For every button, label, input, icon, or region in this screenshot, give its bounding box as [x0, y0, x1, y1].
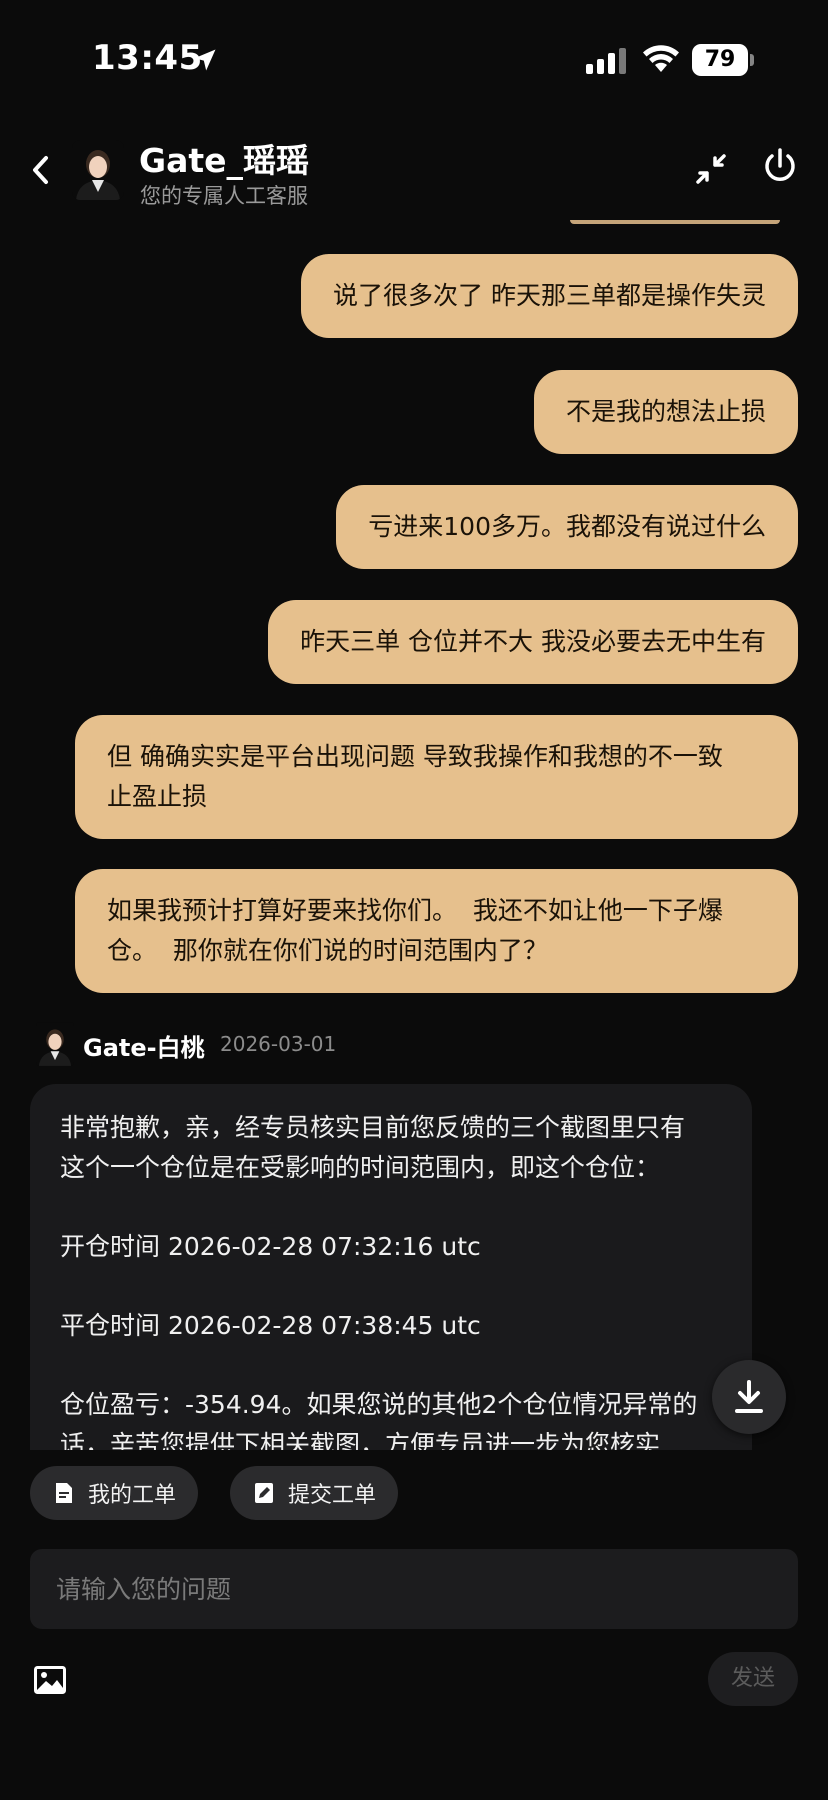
- agent-message-paragraph: 开仓时间 2026-02-28 07:32:16 utc: [60, 1232, 481, 1261]
- user-message: 昨天三单 仓位并不大 我没必要去无中生有: [268, 600, 798, 684]
- status-bar: 13:45 79: [0, 0, 828, 120]
- question-input[interactable]: [30, 1549, 798, 1629]
- edit-document-icon: [255, 1483, 273, 1503]
- user-message: 但 确确实实是平台出现问题 导致我操作和我想的不一致 止盈止损: [75, 715, 798, 839]
- agent-avatar-small: [36, 1020, 74, 1068]
- my-tickets-button[interactable]: 我的工单: [30, 1466, 199, 1520]
- my-tickets-label: 我的工单: [88, 1483, 177, 1508]
- power-icon[interactable]: [760, 146, 800, 186]
- reply-agent-name: Gate-白桃: [83, 1034, 205, 1062]
- agent-name: Gate_瑶瑶: [139, 141, 310, 180]
- image-upload-icon[interactable]: [34, 1666, 66, 1694]
- back-arrow-icon[interactable]: [26, 150, 56, 190]
- chat-header: Gate_瑶瑶 您的专属人工客服: [0, 120, 828, 220]
- user-message: 亏进来100多万。我都没有说过什么: [336, 485, 798, 569]
- submit-ticket-button[interactable]: 提交工单: [230, 1466, 399, 1520]
- submit-ticket-label: 提交工单: [288, 1483, 377, 1508]
- battery-indicator: 79: [692, 44, 754, 76]
- user-message: 如果我预计打算好要来找你们。 我还不如让他一下子爆 仓。 那你就在你们说的时间范…: [75, 869, 798, 993]
- user-message: 不是我的想法止损: [533, 370, 798, 454]
- wifi-icon: [643, 45, 679, 72]
- chat-thread[interactable]: 说了很多次了 昨天那三单都是操作失灵 不是我的想法止损 亏进来100多万。我都没…: [0, 220, 828, 1450]
- user-message: 说了很多次了 昨天那三单都是操作失灵: [301, 254, 798, 338]
- agent-message: 非常抱歉，亲，经专员核实目前您反馈的三个截图里只有 这个一个仓位是在受影响的时间…: [30, 1084, 752, 1450]
- clock: 13:45: [92, 38, 203, 78]
- location-arrow-icon: [194, 49, 216, 71]
- agent-message-paragraph: 仓位盈亏：-354.94。如果您说的其他2个仓位情况异常的 话，辛苦您提供下相关…: [60, 1390, 698, 1450]
- download-icon: [735, 1380, 763, 1413]
- agent-subtitle: 您的专属人工客服: [140, 184, 308, 208]
- cellular-signal-icon: [586, 48, 626, 74]
- agent-message-paragraph: 平仓时间 2026-02-28 07:38:45 utc: [60, 1311, 481, 1340]
- scroll-to-bottom-button[interactable]: [712, 1360, 786, 1434]
- agent-message-paragraph: 非常抱歉，亲，经专员核实目前您反馈的三个截图里只有 这个一个仓位是在受影响的时间…: [60, 1113, 686, 1182]
- minimize-icon[interactable]: [692, 150, 730, 188]
- battery-percent: 79: [704, 47, 736, 72]
- previous-bubble-edge: [570, 220, 780, 224]
- reply-date: 2026-03-01: [220, 1032, 337, 1056]
- send-button[interactable]: 发送: [708, 1652, 798, 1706]
- document-icon: [56, 1483, 72, 1503]
- agent-avatar: [72, 140, 124, 200]
